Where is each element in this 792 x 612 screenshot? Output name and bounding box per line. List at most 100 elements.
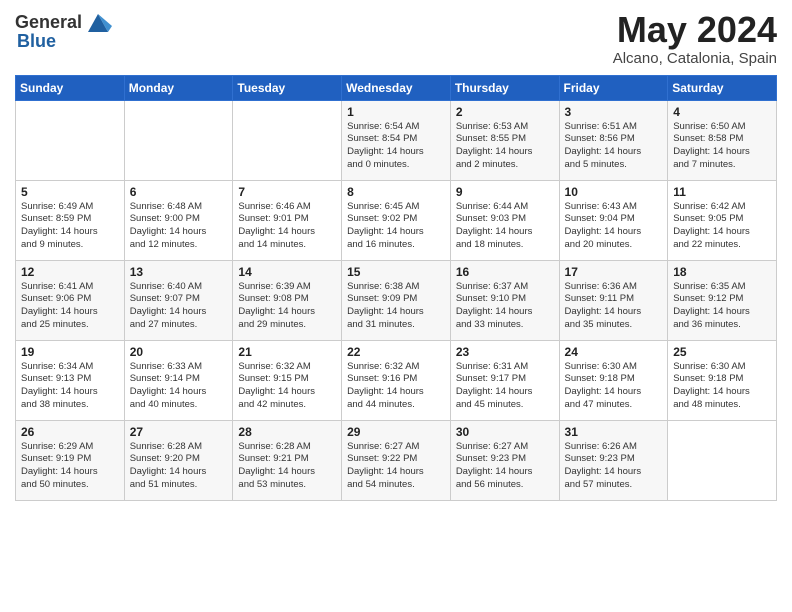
calendar-cell	[16, 100, 125, 180]
header-thursday: Thursday	[450, 75, 559, 100]
calendar-cell: 24 Sunrise: 6:30 AMSunset: 9:18 PMDayligh…	[559, 340, 668, 420]
calendar-cell: 4 Sunrise: 6:50 AMSunset: 8:58 PMDaylight…	[668, 100, 777, 180]
calendar-table: Sunday Monday Tuesday Wednesday Thursday…	[15, 75, 777, 501]
calendar-cell: 2Sunrise: 6:53 AMSunset: 8:55 PMDaylight…	[450, 100, 559, 180]
calendar-cell: 22 Sunrise: 6:32 AMSunset: 9:16 PMDayligh…	[342, 340, 451, 420]
calendar-cell: 29Sunrise: 6:27 AMSunset: 9:22 PMDayligh…	[342, 420, 451, 500]
month-title: May 2024	[613, 10, 777, 50]
day-number: 5	[21, 185, 119, 199]
header-monday: Monday	[124, 75, 233, 100]
day-number: 15	[347, 265, 445, 279]
week-row-3: 19 Sunrise: 6:34 AMSunset: 9:13 PMDayligh…	[16, 340, 777, 420]
calendar-cell: 8Sunrise: 6:45 AMSunset: 9:02 PMDaylight…	[342, 180, 451, 260]
day-number: 30	[456, 425, 554, 439]
cell-content: Sunrise: 6:51 AMSunset: 8:56 PMDaylight:…	[565, 121, 663, 172]
day-number: 23	[456, 345, 554, 359]
cell-content: Sunrise: 6:27 AMSunset: 9:23 PMDaylight:…	[456, 441, 554, 492]
day-number: 24	[565, 345, 663, 359]
calendar-cell: 16Sunrise: 6:37 AMSunset: 9:10 PMDayligh…	[450, 260, 559, 340]
cell-content: Sunrise: 6:50 AMSunset: 8:58 PMDaylight:…	[673, 121, 771, 172]
week-row-1: 5 Sunrise: 6:49 AMSunset: 8:59 PMDaylight…	[16, 180, 777, 260]
cell-content: Sunrise: 6:48 AMSunset: 9:00 PMDaylight:…	[130, 201, 228, 252]
calendar-cell: 28 Sunrise: 6:28 AMSunset: 9:21 PMDayligh…	[233, 420, 342, 500]
day-number: 28	[238, 425, 336, 439]
header-saturday: Saturday	[668, 75, 777, 100]
calendar-cell	[668, 420, 777, 500]
calendar-cell: 12 Sunrise: 6:41 AMSunset: 9:06 PMDayligh…	[16, 260, 125, 340]
day-number: 21	[238, 345, 336, 359]
calendar-cell: 3 Sunrise: 6:51 AMSunset: 8:56 PMDaylight…	[559, 100, 668, 180]
day-number: 14	[238, 265, 336, 279]
day-number: 16	[456, 265, 554, 279]
day-number: 4	[673, 105, 771, 119]
day-number: 3	[565, 105, 663, 119]
header-sunday: Sunday	[16, 75, 125, 100]
cell-content: Sunrise: 6:41 AMSunset: 9:06 PMDaylight:…	[21, 281, 119, 332]
calendar-cell: 7 Sunrise: 6:46 AMSunset: 9:01 PMDaylight…	[233, 180, 342, 260]
cell-content: Sunrise: 6:31 AMSunset: 9:17 PMDaylight:…	[456, 361, 554, 412]
cell-content: Sunrise: 6:30 AMSunset: 9:18 PMDaylight:…	[673, 361, 771, 412]
day-number: 26	[21, 425, 119, 439]
day-number: 17	[565, 265, 663, 279]
day-number: 12	[21, 265, 119, 279]
cell-content: Sunrise: 6:38 AMSunset: 9:09 PMDaylight:…	[347, 281, 445, 332]
day-number: 22	[347, 345, 445, 359]
cell-content: Sunrise: 6:28 AMSunset: 9:20 PMDaylight:…	[130, 441, 228, 492]
day-number: 13	[130, 265, 228, 279]
calendar-cell: 23 Sunrise: 6:31 AMSunset: 9:17 PMDayligh…	[450, 340, 559, 420]
cell-content: Sunrise: 6:36 AMSunset: 9:11 PMDaylight:…	[565, 281, 663, 332]
cell-content: Sunrise: 6:44 AMSunset: 9:03 PMDaylight:…	[456, 201, 554, 252]
cell-content: Sunrise: 6:29 AMSunset: 9:19 PMDaylight:…	[21, 441, 119, 492]
cell-content: Sunrise: 6:26 AMSunset: 9:23 PMDaylight:…	[565, 441, 663, 492]
week-row-2: 12 Sunrise: 6:41 AMSunset: 9:06 PMDayligh…	[16, 260, 777, 340]
cell-content: Sunrise: 6:33 AMSunset: 9:14 PMDaylight:…	[130, 361, 228, 412]
cell-content: Sunrise: 6:40 AMSunset: 9:07 PMDaylight:…	[130, 281, 228, 332]
day-number: 11	[673, 185, 771, 199]
page-container: General Blue May 2024 Alcano, Catalonia,…	[0, 0, 792, 516]
cell-content: Sunrise: 6:34 AMSunset: 9:13 PMDaylight:…	[21, 361, 119, 412]
day-number: 6	[130, 185, 228, 199]
location: Alcano, Catalonia, Spain	[613, 50, 777, 67]
logo: General Blue	[15, 10, 112, 52]
cell-content: Sunrise: 6:32 AMSunset: 9:15 PMDaylight:…	[238, 361, 336, 412]
calendar-cell: 15 Sunrise: 6:38 AMSunset: 9:09 PMDayligh…	[342, 260, 451, 340]
week-row-4: 26 Sunrise: 6:29 AMSunset: 9:19 PMDayligh…	[16, 420, 777, 500]
calendar-cell: 27 Sunrise: 6:28 AMSunset: 9:20 PMDayligh…	[124, 420, 233, 500]
calendar-cell: 11Sunrise: 6:42 AMSunset: 9:05 PMDayligh…	[668, 180, 777, 260]
day-number: 20	[130, 345, 228, 359]
calendar-cell: 1Sunrise: 6:54 AMSunset: 8:54 PMDaylight…	[342, 100, 451, 180]
day-number: 1	[347, 105, 445, 119]
calendar-cell: 14 Sunrise: 6:39 AMSunset: 9:08 PMDayligh…	[233, 260, 342, 340]
logo-icon	[84, 8, 112, 36]
cell-content: Sunrise: 6:27 AMSunset: 9:22 PMDaylight:…	[347, 441, 445, 492]
calendar-cell: 30 Sunrise: 6:27 AMSunset: 9:23 PMDayligh…	[450, 420, 559, 500]
cell-content: Sunrise: 6:46 AMSunset: 9:01 PMDaylight:…	[238, 201, 336, 252]
cell-content: Sunrise: 6:28 AMSunset: 9:21 PMDaylight:…	[238, 441, 336, 492]
calendar-cell: 26 Sunrise: 6:29 AMSunset: 9:19 PMDayligh…	[16, 420, 125, 500]
calendar-cell: 31Sunrise: 6:26 AMSunset: 9:23 PMDayligh…	[559, 420, 668, 500]
calendar-cell: 10Sunrise: 6:43 AMSunset: 9:04 PMDayligh…	[559, 180, 668, 260]
cell-content: Sunrise: 6:32 AMSunset: 9:16 PMDaylight:…	[347, 361, 445, 412]
cell-content: Sunrise: 6:39 AMSunset: 9:08 PMDaylight:…	[238, 281, 336, 332]
day-number: 9	[456, 185, 554, 199]
day-number: 10	[565, 185, 663, 199]
cell-content: Sunrise: 6:30 AMSunset: 9:18 PMDaylight:…	[565, 361, 663, 412]
day-number: 8	[347, 185, 445, 199]
header-wednesday: Wednesday	[342, 75, 451, 100]
calendar-cell: 20 Sunrise: 6:33 AMSunset: 9:14 PMDayligh…	[124, 340, 233, 420]
header-tuesday: Tuesday	[233, 75, 342, 100]
day-number: 7	[238, 185, 336, 199]
calendar-cell	[233, 100, 342, 180]
header: General Blue May 2024 Alcano, Catalonia,…	[15, 10, 777, 67]
day-number: 27	[130, 425, 228, 439]
day-number: 19	[21, 345, 119, 359]
cell-content: Sunrise: 6:49 AMSunset: 8:59 PMDaylight:…	[21, 201, 119, 252]
logo-general-text: General	[15, 13, 82, 33]
cell-content: Sunrise: 6:53 AMSunset: 8:55 PMDaylight:…	[456, 121, 554, 172]
calendar-cell: 18Sunrise: 6:35 AMSunset: 9:12 PMDayligh…	[668, 260, 777, 340]
calendar-cell: 21 Sunrise: 6:32 AMSunset: 9:15 PMDayligh…	[233, 340, 342, 420]
calendar-cell: 19 Sunrise: 6:34 AMSunset: 9:13 PMDayligh…	[16, 340, 125, 420]
calendar-cell: 9 Sunrise: 6:44 AMSunset: 9:03 PMDaylight…	[450, 180, 559, 260]
title-block: May 2024 Alcano, Catalonia, Spain	[613, 10, 777, 67]
calendar-cell	[124, 100, 233, 180]
